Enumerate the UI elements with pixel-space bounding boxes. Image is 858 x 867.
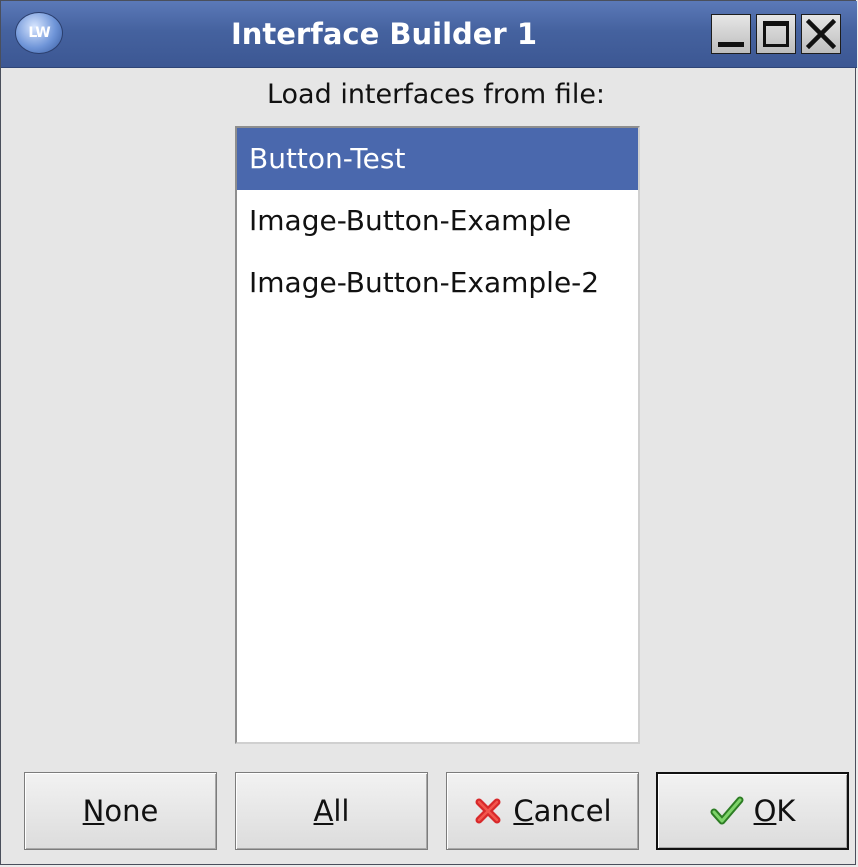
- interface-listbox[interactable]: Button-Test Image-Button-Example Image-B…: [235, 126, 640, 744]
- ok-button[interactable]: OK: [656, 772, 849, 850]
- none-button-label: None: [82, 794, 159, 828]
- dialog-window: LW Interface Builder 1 Load interfaces f…: [0, 0, 857, 865]
- cancel-button-label: Cancel: [513, 794, 612, 828]
- cancel-button[interactable]: Cancel: [446, 772, 639, 850]
- list-item[interactable]: Image-Button-Example: [237, 190, 638, 252]
- minimize-icon: [718, 42, 744, 47]
- all-button-label: All: [313, 794, 350, 828]
- minimize-button[interactable]: [711, 14, 751, 54]
- prompt-label: Load interfaces from file:: [266, 79, 606, 110]
- none-button[interactable]: None: [24, 772, 217, 850]
- all-button[interactable]: All: [235, 772, 428, 850]
- ok-button-label: OK: [753, 794, 796, 828]
- close-icon: [806, 19, 836, 49]
- list-item[interactable]: Button-Test: [237, 128, 638, 190]
- maximize-icon: [763, 21, 789, 47]
- list-item[interactable]: Image-Button-Example-2: [237, 252, 638, 314]
- checkmark-icon: [710, 796, 744, 825]
- maximize-button[interactable]: [756, 14, 796, 54]
- close-button[interactable]: [801, 14, 841, 54]
- title-bar[interactable]: LW Interface Builder 1: [1, 1, 857, 68]
- cancel-x-icon: [475, 798, 501, 824]
